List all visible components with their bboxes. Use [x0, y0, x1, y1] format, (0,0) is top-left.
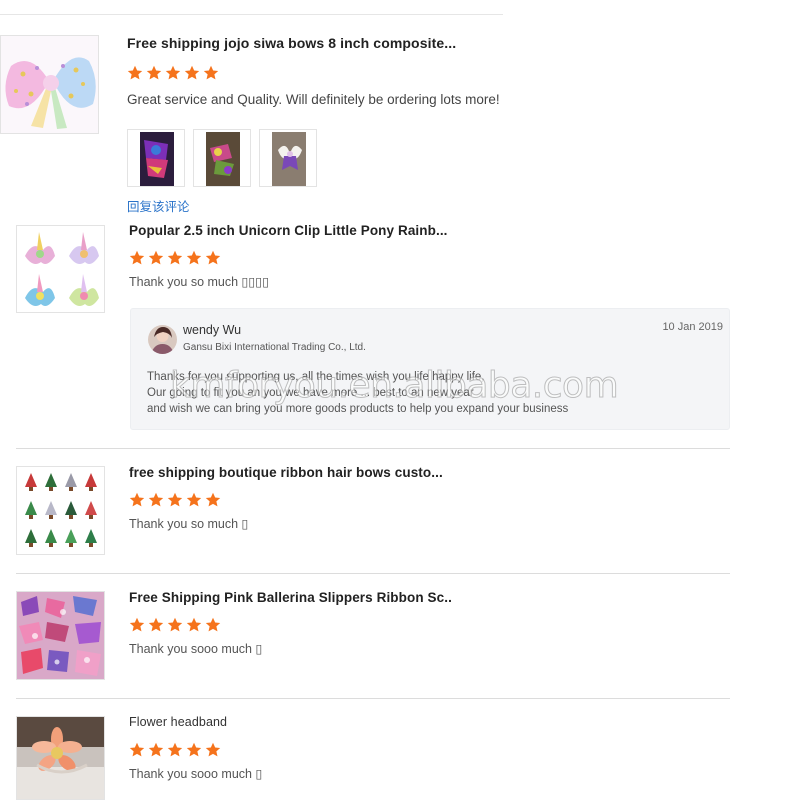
- product-title[interactable]: Free shipping jojo siwa bows 8 inch comp…: [127, 35, 456, 51]
- rating-stars: [129, 742, 221, 758]
- product-title[interactable]: Free Shipping Pink Ballerina Slippers Ri…: [129, 590, 452, 605]
- review-photo[interactable]: [127, 129, 185, 187]
- star-icon: [205, 617, 221, 632]
- product-thumbnail[interactable]: [16, 225, 105, 313]
- product-thumbnail[interactable]: [16, 716, 105, 800]
- star-icon: [205, 250, 221, 265]
- product-title[interactable]: free shipping boutique ribbon hair bows …: [129, 465, 443, 480]
- star-icon: [167, 250, 183, 265]
- star-icon: [146, 65, 162, 80]
- star-icon: [186, 742, 202, 757]
- product-title[interactable]: Popular 2.5 inch Unicorn Clip Little Pon…: [129, 223, 448, 238]
- product-thumbnail[interactable]: [0, 35, 99, 134]
- star-icon: [186, 617, 202, 632]
- star-icon: [129, 250, 145, 265]
- rating-stars: [127, 65, 219, 81]
- star-icon: [186, 492, 202, 507]
- review-photo[interactable]: [193, 129, 251, 187]
- star-icon: [148, 617, 164, 632]
- star-icon: [129, 492, 145, 507]
- reply-line: and wish we can bring you more goods pro…: [147, 403, 569, 415]
- review-comment: Thank you sooo much ▯: [129, 642, 263, 656]
- rating-stars: [129, 250, 221, 266]
- seller-name: wendy Wu: [183, 323, 242, 337]
- star-icon: [165, 65, 181, 80]
- reply-text: Thanks for you supporting us, all the ti…: [147, 369, 707, 417]
- top-divider: [0, 14, 503, 15]
- review-divider: [16, 698, 730, 699]
- star-icon: [127, 65, 143, 80]
- review-divider: [16, 573, 730, 574]
- review-comment: Thank you so much ▯: [129, 517, 249, 531]
- star-icon: [205, 742, 221, 757]
- star-icon: [184, 65, 200, 80]
- star-icon: [186, 250, 202, 265]
- reply-line: Our going to fit you an you we have more…: [147, 387, 474, 399]
- review-photo[interactable]: [259, 129, 317, 187]
- star-icon: [129, 617, 145, 632]
- reply-date: 10 Jan 2019: [662, 321, 723, 333]
- star-icon: [148, 492, 164, 507]
- star-icon: [129, 742, 145, 757]
- rating-stars: [129, 492, 221, 508]
- reply-to-review-link[interactable]: 回复该评论: [127, 196, 190, 215]
- star-icon: [167, 492, 183, 507]
- star-icon: [205, 492, 221, 507]
- star-icon: [148, 742, 164, 757]
- star-icon: [203, 65, 219, 80]
- seller-reply: wendy Wu Gansu Bixi International Tradin…: [130, 308, 730, 430]
- review-divider: [16, 448, 730, 449]
- reply-line: Thanks for you supporting us, all the ti…: [147, 371, 485, 383]
- review-comment: Thank you sooo much ▯: [129, 767, 263, 781]
- product-title[interactable]: Flower headband: [129, 715, 227, 729]
- avatar: [148, 325, 177, 354]
- star-icon: [167, 617, 183, 632]
- review-comment: Great service and Quality. Will definite…: [127, 92, 500, 107]
- product-thumbnail[interactable]: [16, 591, 105, 680]
- review-comment: Thank you so much ▯▯▯▯: [129, 275, 270, 289]
- seller-company: Gansu Bixi International Trading Co., Lt…: [183, 342, 366, 353]
- rating-stars: [129, 617, 221, 633]
- star-icon: [148, 250, 164, 265]
- product-thumbnail[interactable]: [16, 466, 105, 555]
- star-icon: [167, 742, 183, 757]
